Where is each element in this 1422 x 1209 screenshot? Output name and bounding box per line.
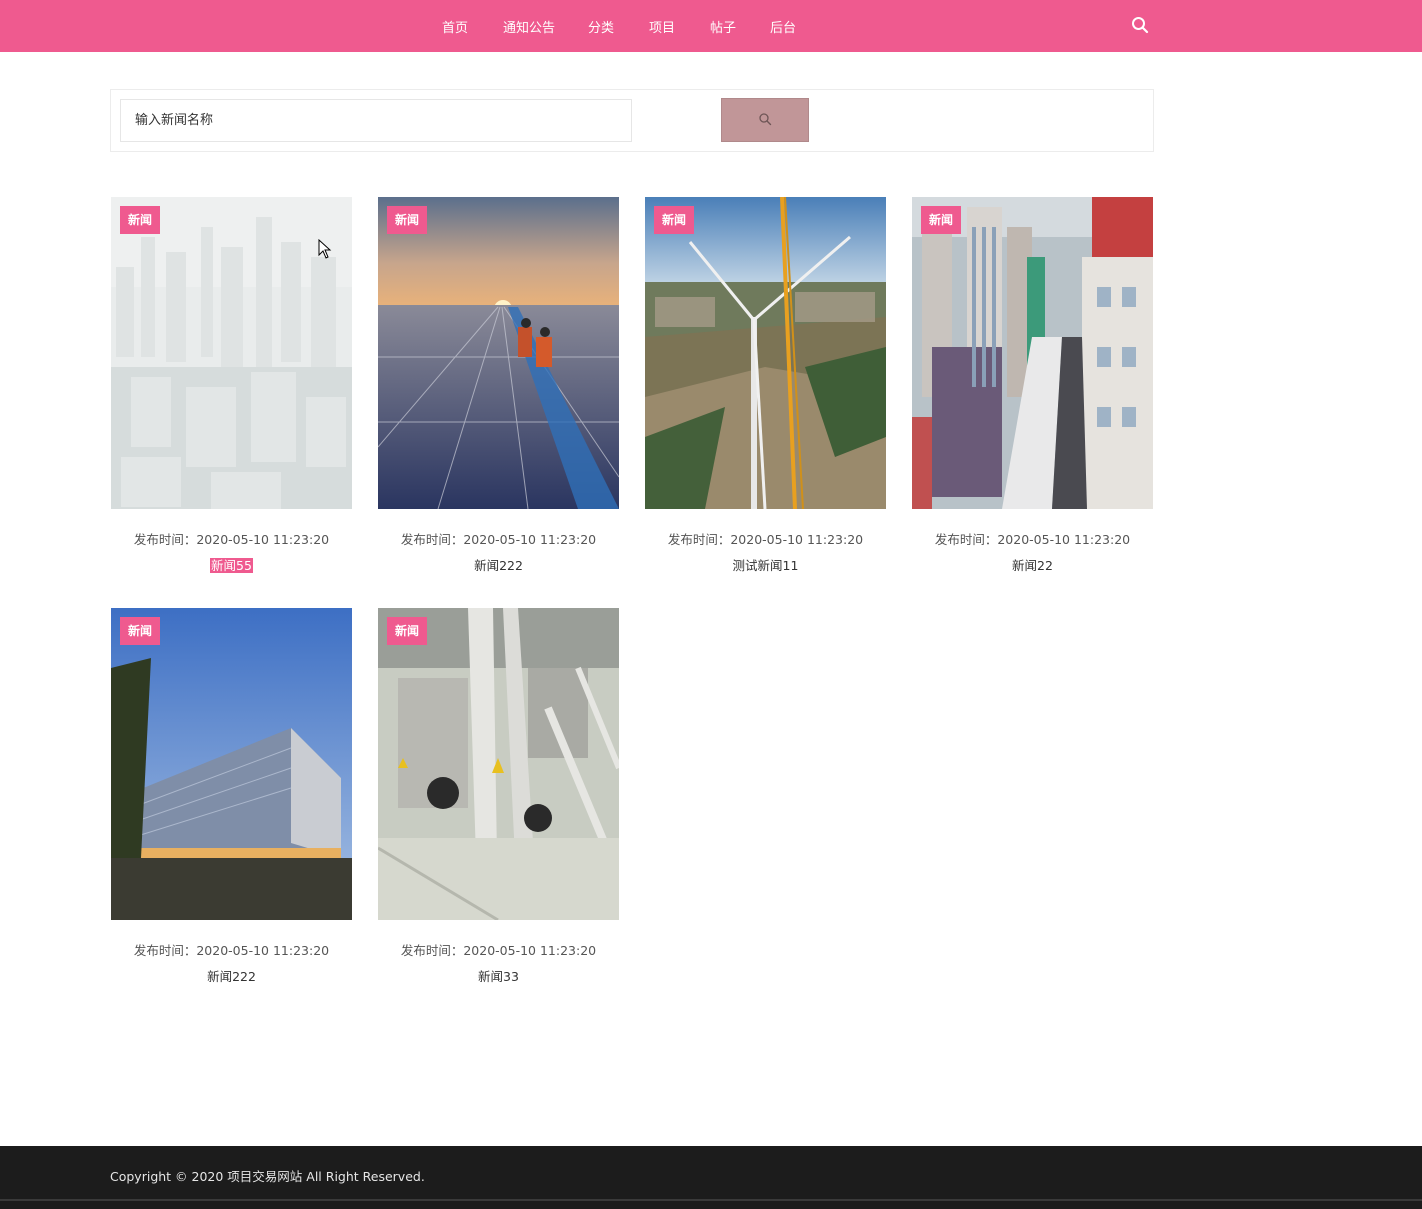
copyright-text: Copyright © 2020 项目交易网站 All Right Reserv…	[110, 1169, 425, 1184]
publish-time: 发布时间：2020-05-10 11:23:20	[667, 532, 864, 547]
news-image-wind-turbine[interactable]: 新闻	[645, 197, 886, 509]
publish-time: 发布时间：2020-05-10 11:23:20	[400, 532, 597, 547]
category-tag: 新闻	[120, 206, 161, 234]
search-input[interactable]	[120, 99, 632, 142]
news-image-solar-panels[interactable]: 新闻	[378, 197, 619, 509]
news-title: 新闻222	[207, 969, 256, 984]
publish-time: 发布时间：2020-05-10 11:23:20	[400, 943, 597, 958]
news-card: 新闻 发布时间：2020-05-10 11:23:20 新闻222	[378, 197, 619, 582]
footer-divider	[0, 1199, 1422, 1201]
nav-item-posts[interactable]: 帖子	[710, 17, 736, 36]
news-title: 测试新闻11	[732, 558, 799, 573]
news-image-factory-machinery[interactable]: 新闻	[378, 608, 619, 920]
mouse-cursor-icon	[318, 238, 332, 259]
category-tag: 新闻	[387, 617, 428, 645]
publish-time: 发布时间：2020-05-10 11:23:20	[133, 532, 330, 547]
news-card: 新闻 发布时间：2020-05-10 11:23:20 新闻55	[111, 197, 352, 582]
nav-item-home[interactable]: 首页	[442, 17, 468, 36]
news-title-link[interactable]: 测试新闻11	[645, 555, 886, 574]
publish-time: 发布时间：2020-05-10 11:23:20	[934, 532, 1131, 547]
category-tag: 新闻	[387, 206, 428, 234]
nav-item-projects[interactable]: 项目	[649, 17, 675, 36]
news-title: 新闻55	[210, 558, 253, 573]
nav-item-admin[interactable]: 后台	[770, 17, 796, 36]
news-card: 新闻 发布时间：2020-05-10 11:23:20 测试新闻11	[645, 197, 886, 582]
search-panel	[110, 89, 1154, 152]
search-icon[interactable]	[1131, 16, 1149, 34]
news-title-link[interactable]: 新闻222	[378, 555, 619, 574]
footer: Copyright © 2020 项目交易网站 All Right Reserv…	[0, 1146, 1422, 1209]
nav-item-categories[interactable]: 分类	[588, 17, 614, 36]
search-icon	[758, 111, 772, 130]
news-title: 新闻222	[474, 558, 523, 573]
news-title-link[interactable]: 新闻33	[378, 966, 619, 985]
news-image-office-building[interactable]: 新闻	[111, 608, 352, 920]
news-card: 新闻 发布时间：2020-05-10 11:23:20 新闻22	[912, 197, 1153, 582]
nav-item-notices[interactable]: 通知公告	[503, 17, 555, 36]
news-title-link[interactable]: 新闻55	[111, 555, 352, 574]
top-nav-bar: 首页 通知公告 分类 项目 帖子 后台	[0, 0, 1422, 52]
news-card: 新闻 发布时间：2020-05-10 11:23:20 新闻33	[378, 608, 619, 993]
news-card: 新闻 发布时间：2020-05-10 11:23:20 新闻222	[111, 608, 352, 993]
category-tag: 新闻	[120, 617, 161, 645]
category-tag: 新闻	[654, 206, 695, 234]
news-title-link[interactable]: 新闻222	[111, 966, 352, 985]
publish-time: 发布时间：2020-05-10 11:23:20	[133, 943, 330, 958]
category-tag: 新闻	[921, 206, 962, 234]
news-image-city-street[interactable]: 新闻	[912, 197, 1153, 509]
news-title-link[interactable]: 新闻22	[912, 555, 1153, 574]
news-image-faded-city[interactable]: 新闻	[111, 197, 352, 509]
news-title: 新闻22	[1012, 558, 1053, 573]
search-button[interactable]	[721, 98, 809, 142]
news-title: 新闻33	[478, 969, 519, 984]
